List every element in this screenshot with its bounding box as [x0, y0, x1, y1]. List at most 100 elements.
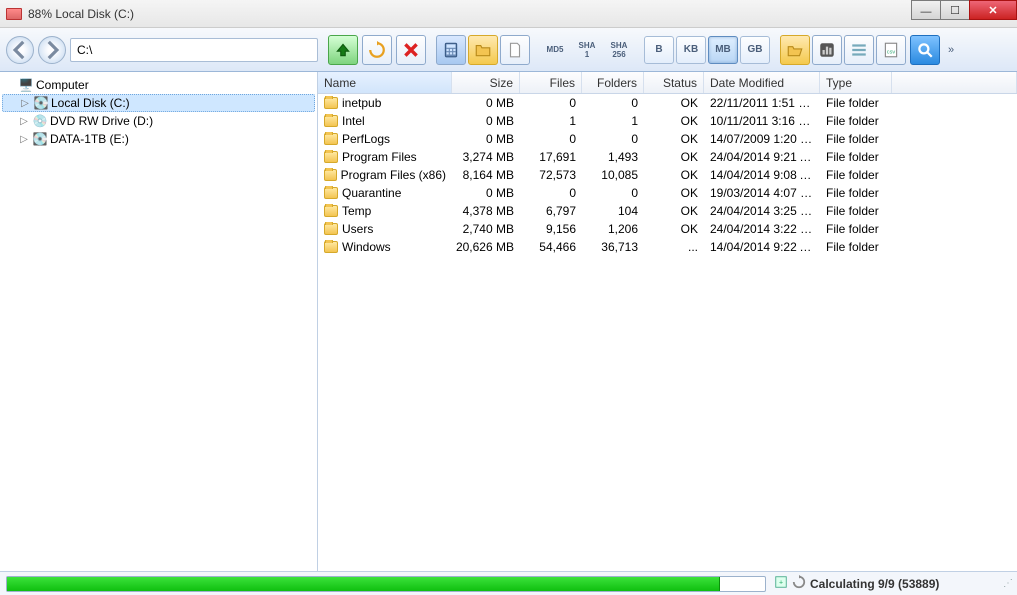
folder-button[interactable] — [468, 35, 498, 65]
row-status: OK — [644, 222, 704, 236]
row-name: Windows — [342, 240, 391, 254]
row-size: 2,740 MB — [452, 222, 520, 236]
row-date: 14/04/2014 9:22 AM — [704, 240, 820, 254]
column-type[interactable]: Type — [820, 72, 892, 93]
row-size: 3,274 MB — [452, 150, 520, 164]
forward-button[interactable] — [38, 36, 66, 64]
hash-group: MD5SHA1SHA256 — [540, 36, 634, 64]
window-controls — [912, 0, 1017, 27]
row-type: File folder — [820, 114, 892, 128]
delete-button[interactable] — [396, 35, 426, 65]
table-row[interactable]: Program Files (x86)8,164 MB72,57310,085O… — [318, 166, 1017, 184]
tree-label: Computer — [36, 78, 89, 92]
refresh-icon — [792, 575, 806, 592]
row-folders: 0 — [582, 186, 644, 200]
row-size: 0 MB — [452, 186, 520, 200]
table-row[interactable]: Quarantine0 MB00OK19/03/2014 4:07 PMFile… — [318, 184, 1017, 202]
list-body[interactable]: inetpub0 MB00OK22/11/2011 1:51 PMFile fo… — [318, 94, 1017, 571]
table-row[interactable]: Program Files3,274 MB17,6911,493OK24/04/… — [318, 148, 1017, 166]
row-status: ... — [644, 240, 704, 254]
row-status: OK — [644, 204, 704, 218]
status-text: Calculating 9/9 (53889) — [810, 577, 939, 591]
row-size: 8,164 MB — [452, 168, 520, 182]
back-button[interactable] — [6, 36, 34, 64]
resize-grip[interactable]: ⋰ — [1003, 578, 1011, 589]
row-date: 22/11/2011 1:51 PM — [704, 96, 820, 110]
file-button[interactable] — [500, 35, 530, 65]
close-button[interactable] — [969, 0, 1017, 20]
column-name[interactable]: Name — [318, 72, 452, 93]
row-type: File folder — [820, 222, 892, 236]
column-files[interactable]: Files — [520, 72, 582, 93]
open-folder-button[interactable] — [780, 35, 810, 65]
row-type: File folder — [820, 96, 892, 110]
table-row[interactable]: inetpub0 MB00OK22/11/2011 1:51 PMFile fo… — [318, 94, 1017, 112]
folder-icon — [324, 97, 338, 109]
table-row[interactable]: Temp4,378 MB6,797104OK24/04/2014 3:25 PM… — [318, 202, 1017, 220]
tree-item-dvd-rw-drive-d-[interactable]: ▷💿DVD RW Drive (D:) — [2, 112, 315, 130]
size-gb-button[interactable]: GB — [740, 36, 770, 64]
row-status: OK — [644, 186, 704, 200]
table-row[interactable]: Intel0 MB11OK10/11/2011 3:16 PMFile fold… — [318, 112, 1017, 130]
row-date: 14/07/2009 1:20 PM — [704, 132, 820, 146]
tree-label: Local Disk (C:) — [51, 96, 130, 110]
calculator-button[interactable] — [436, 35, 466, 65]
column-date[interactable]: Date Modified — [704, 72, 820, 93]
tree-item-data-1tb-e-[interactable]: ▷💽DATA-1TB (E:) — [2, 130, 315, 148]
column-folders[interactable]: Folders — [582, 72, 644, 93]
row-folders: 10,085 — [582, 168, 644, 182]
svg-text:+: + — [779, 580, 783, 587]
search-button[interactable] — [910, 35, 940, 65]
row-date: 10/11/2011 3:16 PM — [704, 114, 820, 128]
folder-icon — [324, 169, 337, 181]
hash-sha256-button[interactable]: SHA256 — [604, 36, 634, 64]
toolbar-overflow[interactable]: » — [944, 44, 958, 56]
size-kb-button[interactable]: KB — [676, 36, 706, 64]
minimize-button[interactable] — [911, 0, 941, 20]
row-type: File folder — [820, 240, 892, 254]
row-status: OK — [644, 132, 704, 146]
export-csv-button[interactable]: csv — [876, 35, 906, 65]
row-files: 6,797 — [520, 204, 582, 218]
size-b-button[interactable]: B — [644, 36, 674, 64]
svg-text:csv: csv — [887, 49, 896, 55]
up-button[interactable] — [328, 35, 358, 65]
row-name: Users — [342, 222, 373, 236]
size-mb-button[interactable]: MB — [708, 36, 738, 64]
row-size: 0 MB — [452, 114, 520, 128]
row-date: 24/04/2014 9:21 AM — [704, 150, 820, 164]
details-button[interactable] — [844, 35, 874, 65]
path-input[interactable]: C:\ — [70, 38, 318, 62]
expander-icon[interactable]: ▷ — [19, 98, 31, 109]
table-row[interactable]: PerfLogs0 MB00OK14/07/2009 1:20 PMFile f… — [318, 130, 1017, 148]
status-bar: + Calculating 9/9 (53889) ⋰ — [0, 571, 1017, 595]
tree-label: DVD RW Drive (D:) — [50, 114, 153, 128]
hash-md5-button[interactable]: MD5 — [540, 36, 570, 64]
column-size[interactable]: Size — [452, 72, 520, 93]
tree-label: DATA-1TB (E:) — [50, 132, 129, 146]
folder-icon — [324, 133, 338, 145]
expander-icon[interactable]: ▷ — [18, 116, 30, 127]
chart-button[interactable] — [812, 35, 842, 65]
dvd-icon: 💿 — [32, 113, 48, 129]
row-type: File folder — [820, 150, 892, 164]
tree-item-local-disk-c-[interactable]: ▷💽Local Disk (C:) — [2, 94, 315, 112]
row-status: OK — [644, 114, 704, 128]
view-group — [436, 35, 530, 65]
table-row[interactable]: Users2,740 MB9,1561,206OK24/04/2014 3:22… — [318, 220, 1017, 238]
refresh-button[interactable] — [362, 35, 392, 65]
row-files: 0 — [520, 132, 582, 146]
maximize-button[interactable] — [940, 0, 970, 20]
table-row[interactable]: Windows20,626 MB54,46636,713...14/04/201… — [318, 238, 1017, 256]
expander-icon[interactable]: ▷ — [18, 134, 30, 145]
column-status[interactable]: Status — [644, 72, 704, 93]
tree-item-computer[interactable]: 🖥️Computer — [2, 76, 315, 94]
size-group: BKBMBGB — [644, 36, 770, 64]
row-name: Temp — [342, 204, 371, 218]
hash-sha1-button[interactable]: SHA1 — [572, 36, 602, 64]
row-size: 20,626 MB — [452, 240, 520, 254]
row-date: 24/04/2014 3:22 PM — [704, 222, 820, 236]
row-date: 24/04/2014 3:25 PM — [704, 204, 820, 218]
folder-tree[interactable]: 🖥️Computer▷💽Local Disk (C:)▷💿DVD RW Driv… — [0, 72, 318, 571]
row-type: File folder — [820, 186, 892, 200]
